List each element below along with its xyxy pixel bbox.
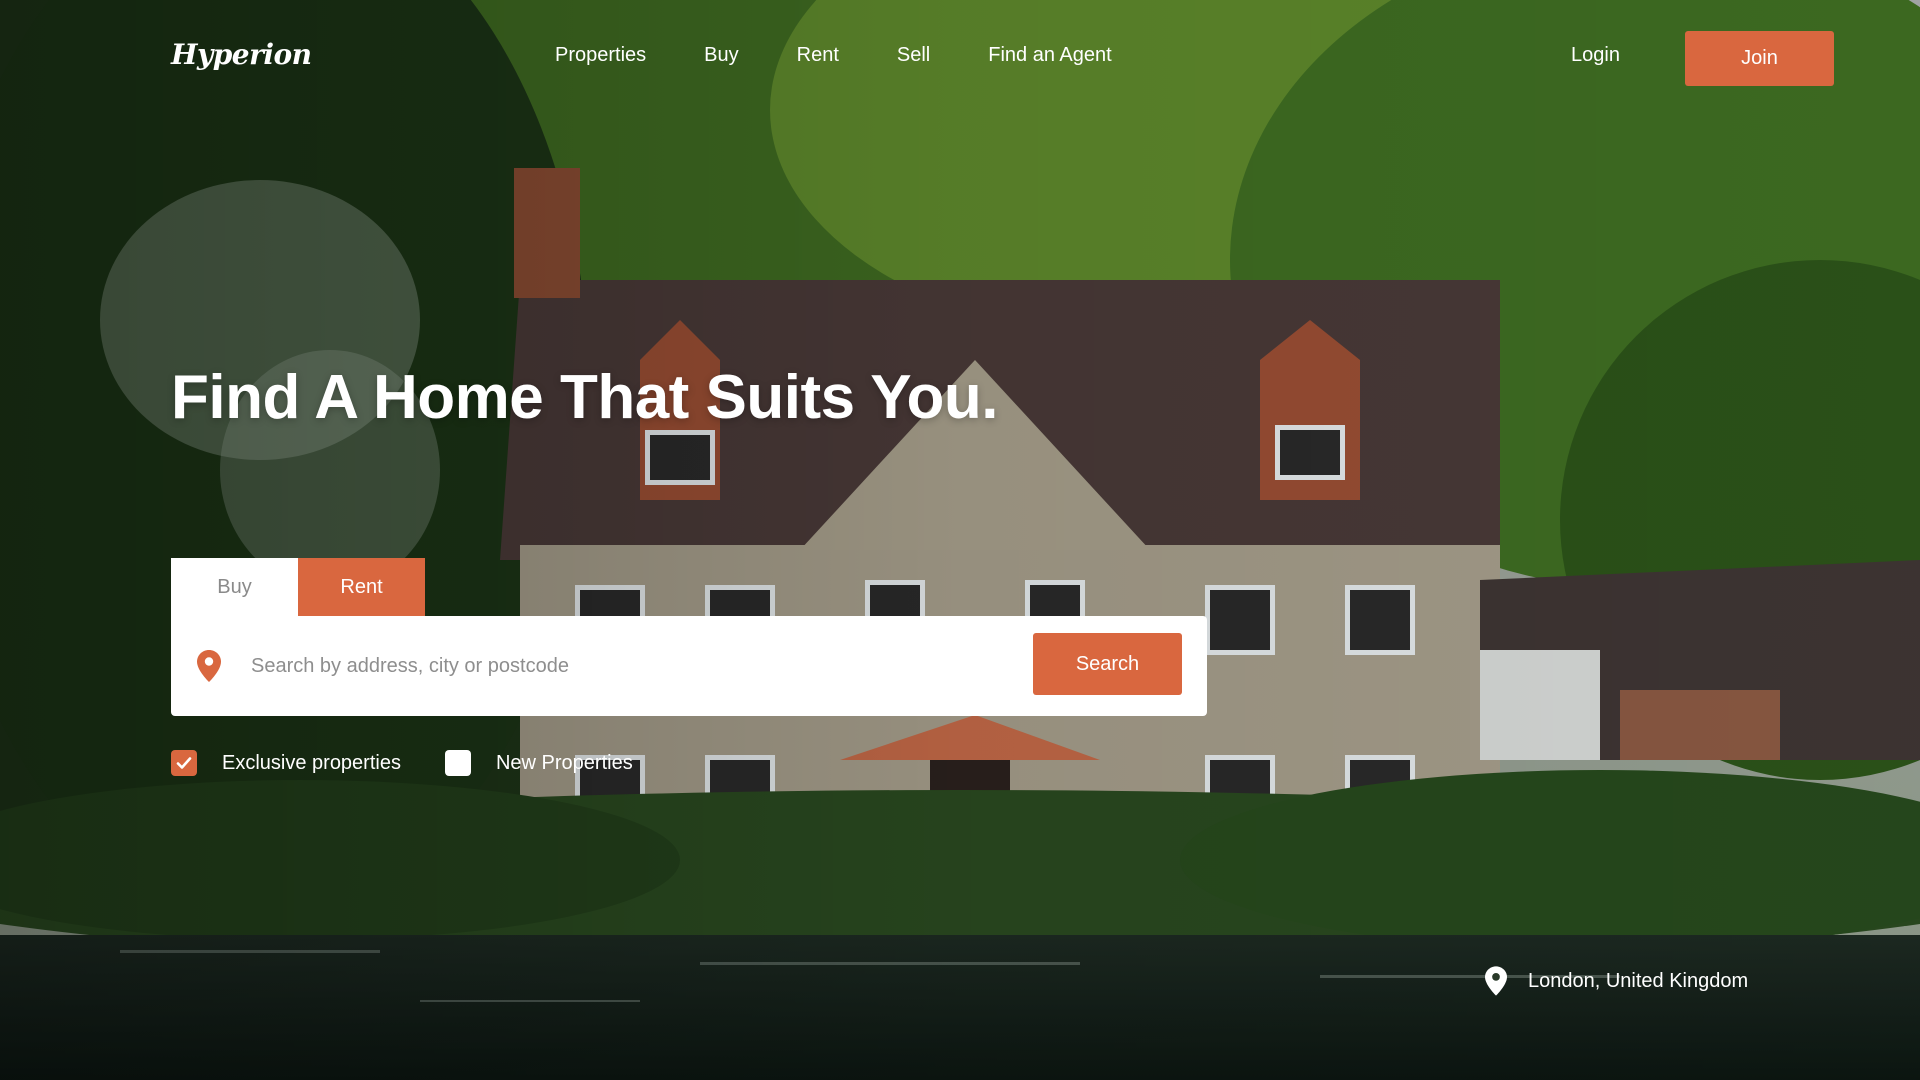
login-link[interactable]: Login — [1571, 44, 1620, 67]
new-properties-checkbox[interactable] — [444, 750, 471, 776]
map-pin-icon — [197, 650, 221, 682]
filter-exclusive-properties[interactable]: Exclusive properties — [171, 750, 401, 776]
brand-logo[interactable]: Hyperion — [171, 38, 312, 71]
tab-buy[interactable]: Buy — [171, 558, 298, 616]
hero-background-image — [0, 0, 1920, 1080]
nav-links: Properties Buy Rent Sell Find an Agent — [555, 44, 1170, 67]
location-pin-icon — [1485, 966, 1507, 996]
search-tabs: Buy Rent — [171, 558, 425, 616]
hero-headline: Find A Home That Suits You. — [171, 363, 998, 432]
top-navigation: Hyperion Properties Buy Rent Sell Find a… — [0, 0, 1920, 118]
exclusive-properties-checkbox[interactable] — [171, 750, 197, 776]
exclusive-properties-label: Exclusive properties — [222, 751, 401, 774]
check-icon — [176, 757, 192, 769]
location-text: London, United Kingdom — [1528, 969, 1749, 992]
location-tag: London, United Kingdom — [1485, 966, 1748, 996]
nav-link-buy[interactable]: Buy — [704, 44, 738, 67]
nav-link-find-an-agent[interactable]: Find an Agent — [988, 44, 1111, 67]
filter-new-properties[interactable]: New Properties — [444, 750, 633, 776]
join-button[interactable]: Join — [1685, 31, 1834, 86]
search-button[interactable]: Search — [1033, 633, 1182, 695]
nav-link-sell[interactable]: Sell — [897, 44, 930, 67]
search-filters: Exclusive properties New Properties — [171, 750, 677, 776]
search-bar: Search — [171, 616, 1207, 716]
nav-link-rent[interactable]: Rent — [797, 44, 839, 67]
search-input[interactable] — [251, 644, 1011, 688]
new-properties-label: New Properties — [495, 751, 633, 774]
tab-rent[interactable]: Rent — [298, 558, 425, 616]
nav-link-properties[interactable]: Properties — [555, 44, 646, 67]
